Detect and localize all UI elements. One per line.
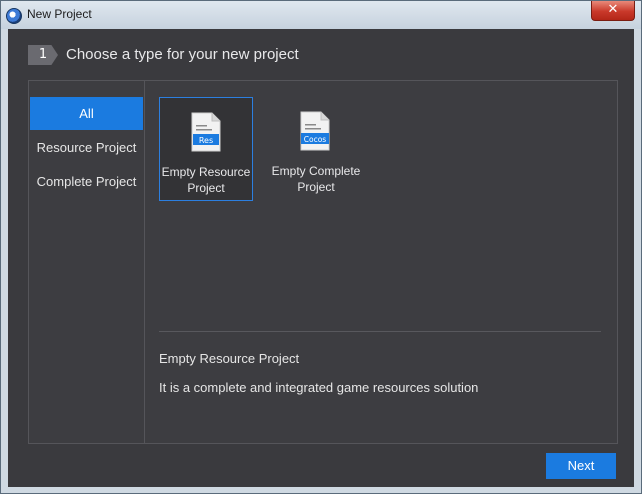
template-label-line2: Project	[187, 181, 225, 195]
template-empty-complete-project[interactable]: Cocos Empty Complete Project	[269, 97, 363, 201]
close-button[interactable]: ✕	[591, 1, 635, 21]
res-badge-text: Res	[199, 136, 213, 145]
window-title: New Project	[27, 7, 92, 21]
step-number-badge: 1	[28, 45, 58, 65]
step-title: Choose a type for your new project	[66, 46, 299, 63]
cocos-badge-text: Cocos	[304, 135, 327, 144]
dialog-content: 1 Choose a type for your new project All…	[8, 29, 634, 487]
description-divider	[159, 331, 601, 332]
sidebar-item-resource-project[interactable]: Resource Project	[30, 131, 143, 164]
sidebar-item-all[interactable]: All	[30, 97, 143, 130]
cocos-document-icon: Cocos	[300, 111, 330, 151]
template-label: Empty Complete Project	[269, 163, 363, 195]
description-text: It is a complete and integrated game res…	[159, 380, 479, 395]
next-button[interactable]: Next	[546, 453, 616, 479]
sidebar-item-complete-project[interactable]: Complete Project	[30, 165, 143, 198]
template-label-line1: Empty Complete	[271, 164, 361, 178]
project-type-panel: All Resource Project Complete Project Re…	[28, 80, 618, 444]
template-empty-resource-project[interactable]: Res Empty Resource Project	[159, 97, 253, 201]
app-icon	[6, 8, 22, 24]
resource-document-icon: Res	[191, 112, 221, 152]
category-sidebar: All Resource Project Complete Project	[29, 81, 145, 443]
new-project-window: New Project ✕ 1 Choose a type for your n…	[0, 0, 642, 494]
template-label: Empty Resource Project	[160, 164, 252, 196]
description-title: Empty Resource Project	[159, 351, 300, 366]
template-label-line1: Empty Resource	[161, 165, 251, 179]
title-bar[interactable]: New Project ✕	[1, 1, 641, 29]
template-label-line2: Project	[297, 180, 335, 194]
